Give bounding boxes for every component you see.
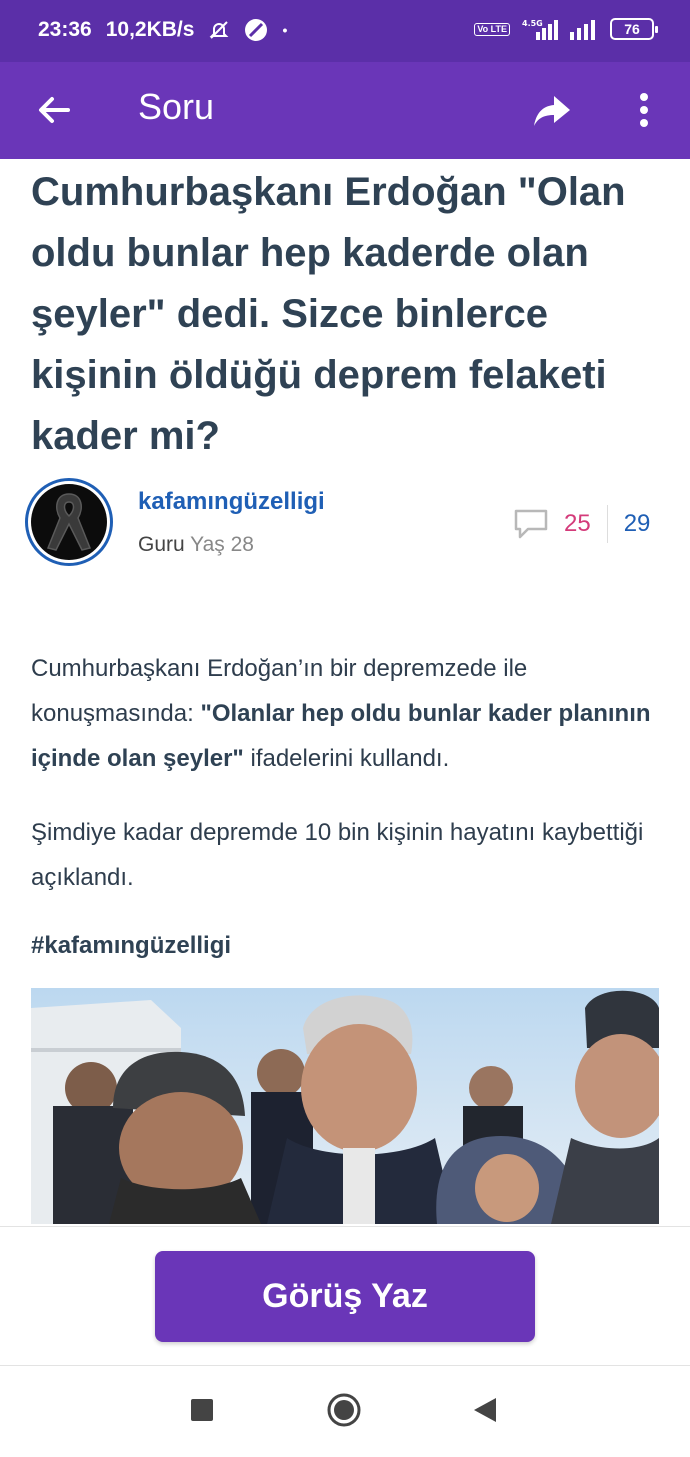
action-area: Görüş Yaz	[0, 1226, 690, 1366]
author-age: Yaş 28	[190, 533, 254, 556]
write-opinion-button[interactable]: Görüş Yaz	[155, 1251, 535, 1342]
crowd-photo-illustration	[31, 988, 659, 1224]
body-text-end: ifadelerini kullandı.	[243, 745, 450, 772]
page-title: Soru	[138, 86, 215, 127]
battery-indicator: 76	[610, 18, 658, 40]
signal-icon-2	[570, 20, 595, 40]
follower-count[interactable]: 29	[624, 510, 651, 538]
opinion-count[interactable]: 25	[564, 510, 591, 538]
data-saver-icon	[245, 19, 268, 41]
question-stats: 25 29	[512, 505, 651, 543]
body-paragraph-1: Cumhurbaşkanı Erdoğan’ın bir depremzede …	[31, 646, 661, 781]
status-bar: 23:36 10,2KB/s • Vo LTE 4.5G 76	[0, 0, 690, 62]
body-paragraph-2: Şimdiye kadar depremde 10 bin kişinin ha…	[31, 819, 644, 891]
author-rank: Guru	[138, 533, 185, 556]
status-speed: 10,2KB/s	[105, 18, 195, 41]
back-triangle-icon[interactable]	[472, 1396, 498, 1424]
signal-icon: 4.5G	[522, 19, 558, 40]
share-icon[interactable]	[530, 88, 574, 132]
more-vertical-icon[interactable]	[626, 88, 662, 132]
back-arrow-icon[interactable]	[32, 88, 76, 132]
recents-square-icon[interactable]	[191, 1399, 213, 1421]
status-time: 23:36	[38, 18, 92, 41]
comment-bubble-icon[interactable]	[512, 507, 550, 541]
author-meta: Guru Yaş 28	[138, 533, 254, 557]
status-dot: •	[282, 22, 288, 38]
stats-divider	[606, 505, 608, 543]
black-ribbon-icon	[46, 493, 92, 551]
svg-text:4.5G: 4.5G	[522, 19, 543, 28]
home-circle-icon[interactable]	[327, 1393, 361, 1427]
mute-bell-icon	[210, 21, 229, 39]
question-title: Cumhurbaşkanı Erdoğan "Olan oldu bunlar …	[31, 170, 626, 458]
avatar-image	[31, 484, 107, 560]
volte-badge: Vo LTE	[474, 22, 510, 36]
avatar[interactable]	[25, 478, 113, 566]
app-bar: Soru	[0, 62, 690, 159]
system-nav-bar	[0, 1366, 690, 1457]
author-username[interactable]: kafamıngüzelligi	[138, 488, 325, 516]
hashtag-link[interactable]: #kafamıngüzelligi	[31, 932, 231, 960]
question-photo[interactable]	[31, 988, 659, 1224]
battery-level: 76	[624, 21, 640, 37]
